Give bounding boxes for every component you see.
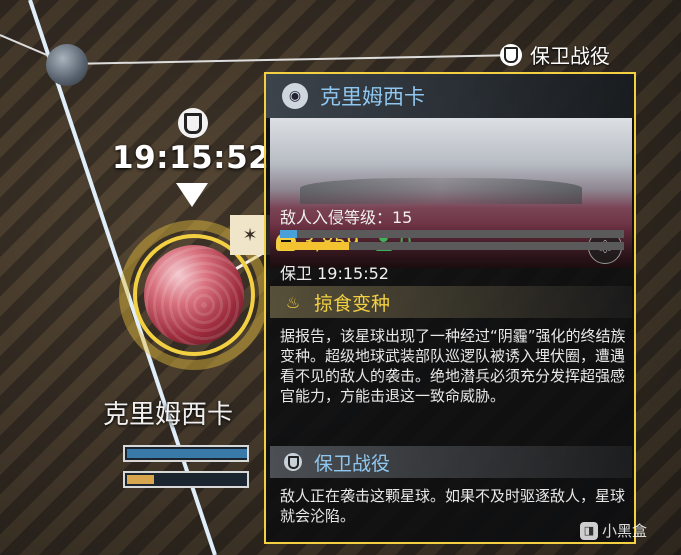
planet-liberation-bar	[123, 445, 249, 462]
defend-time-label: 保卫 19:15:52	[280, 264, 389, 283]
watermark: ◨ 小黑盒	[580, 520, 647, 541]
invasion-level-label: 敌人入侵等级：15	[280, 208, 413, 227]
defense-progress-bar	[280, 242, 624, 250]
campaign-title: 保卫战役	[314, 452, 391, 475]
planet-icon: ◉	[282, 83, 308, 109]
card-title: 克里姆西卡	[320, 85, 425, 109]
planet-timer: 19:15:52	[112, 140, 271, 176]
card-header: ◉ 克里姆西卡	[266, 74, 634, 118]
planet-info-card: ◉ 克里姆西卡 3,859 0 ⚛ 敌人入侵等级：15 保卫 19:15:52 …	[264, 72, 636, 544]
invasion-progress-bar	[280, 230, 624, 238]
campaign-header: 保卫战役	[270, 446, 632, 478]
campaign-label: 保卫战役	[500, 40, 610, 69]
planet-defense-fill	[127, 475, 154, 484]
watermark-logo-icon: ◨	[580, 521, 598, 540]
campaign-label-text: 保卫战役	[530, 44, 610, 68]
modifier-header: ♨ 掠食变种	[270, 286, 632, 318]
fire-icon: ♨	[285, 292, 301, 312]
planet-defense-bar	[123, 471, 249, 488]
shield-icon	[500, 43, 522, 66]
neighbor-planet[interactable]	[46, 44, 88, 86]
modifier-description: 据报告，该星球出现了一种经过“阴霾”强化的终结族变种。超级地球武装部队巡逻队被诱…	[280, 327, 626, 405]
watermark-text: 小黑盒	[602, 522, 648, 540]
selection-pointer	[176, 183, 208, 207]
planet-krimsika[interactable]	[144, 245, 244, 345]
shield-icon	[284, 453, 302, 471]
modifier-title: 掠食变种	[314, 292, 391, 315]
planet-name-label: 克里姆西卡	[103, 400, 234, 430]
invasion-progress-fill	[280, 230, 298, 238]
planet-liberation-fill	[127, 449, 247, 458]
defense-progress-fill	[280, 242, 349, 250]
shield-icon	[178, 108, 208, 138]
campaign-description: 敌人正在袭击这颗星球。如果不及时驱逐敌人，星球就会沦陷。	[280, 487, 626, 525]
